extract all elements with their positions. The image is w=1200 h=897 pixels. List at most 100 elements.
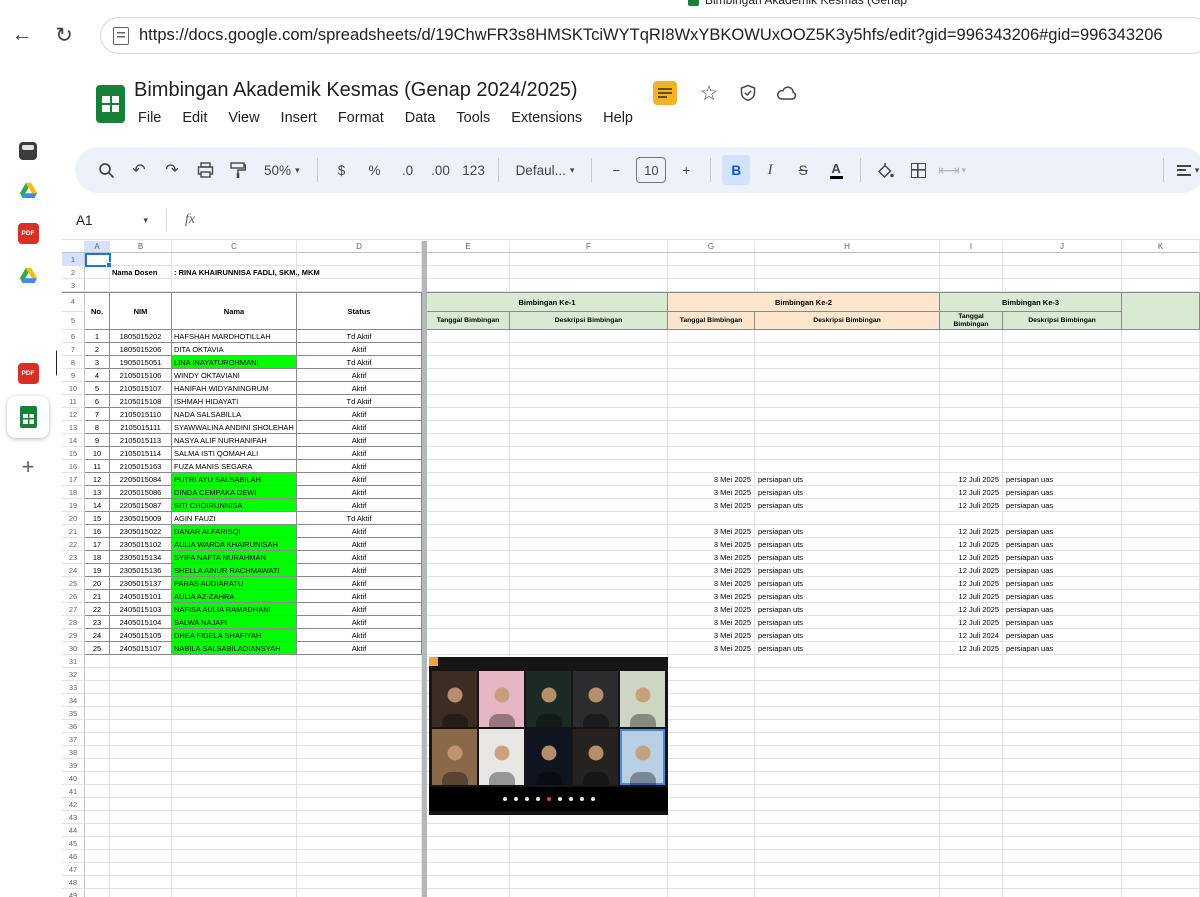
- cell-ke3-deskripsi[interactable]: persiapan uas: [1003, 590, 1122, 603]
- spreadsheet-grid[interactable]: ABCDEFGHIJK12Nama Dosen: RINA KHAIRUNNIS…: [62, 241, 1200, 897]
- cell[interactable]: [297, 824, 422, 837]
- cell-ke3-tanggal[interactable]: 12 Juli 2025: [940, 616, 1003, 629]
- cell[interactable]: [510, 590, 668, 603]
- cell-status[interactable]: Td Aktif: [297, 356, 422, 369]
- cell-ke2-tanggal[interactable]: 3 Mei 2025: [668, 525, 755, 538]
- cell[interactable]: [1122, 629, 1200, 642]
- cell[interactable]: [1003, 707, 1122, 720]
- title-badge-icon[interactable]: [653, 81, 677, 105]
- cell[interactable]: [110, 720, 172, 733]
- cell[interactable]: [1122, 564, 1200, 577]
- cell[interactable]: [755, 681, 940, 694]
- cell-ke2-tanggal[interactable]: 3 Mei 2025: [668, 486, 755, 499]
- cell[interactable]: [1003, 785, 1122, 798]
- cell[interactable]: [110, 837, 172, 850]
- cell[interactable]: [85, 720, 110, 733]
- cell[interactable]: [510, 382, 668, 395]
- cell-nama[interactable]: AULIA AZ-ZAHRA: [172, 590, 297, 603]
- cell[interactable]: [110, 746, 172, 759]
- cell[interactable]: [427, 486, 510, 499]
- cell-nama[interactable]: PARAS AUDIARATU: [172, 577, 297, 590]
- cell-ke2-deskripsi[interactable]: persiapan uts: [755, 564, 940, 577]
- row-header-30[interactable]: 30: [62, 642, 85, 655]
- cell[interactable]: [755, 668, 940, 681]
- cell[interactable]: [668, 655, 755, 668]
- cell[interactable]: [172, 681, 297, 694]
- cell-ke3-tanggal[interactable]: 12 Juli 2025: [940, 525, 1003, 538]
- cell-nim[interactable]: 2205015087: [110, 499, 172, 512]
- cell-no[interactable]: 2: [85, 343, 110, 356]
- cell[interactable]: [755, 746, 940, 759]
- row-header-19[interactable]: 19: [62, 499, 85, 512]
- cell-nama[interactable]: SHELLA AINUR RACHMAWATI: [172, 564, 297, 577]
- cell[interactable]: [297, 863, 422, 876]
- cell[interactable]: [427, 616, 510, 629]
- cell-nim[interactable]: 2105015163: [110, 460, 172, 473]
- cell[interactable]: [297, 772, 422, 785]
- cell-no[interactable]: 6: [85, 395, 110, 408]
- cell-ke2-deskripsi[interactable]: [755, 343, 940, 356]
- cell[interactable]: [668, 746, 755, 759]
- cell[interactable]: [297, 759, 422, 772]
- cell[interactable]: [510, 460, 668, 473]
- cell[interactable]: [85, 759, 110, 772]
- cell[interactable]: [427, 629, 510, 642]
- cell-ke3-tanggal[interactable]: 12 Juli 2025: [940, 590, 1003, 603]
- cell[interactable]: [755, 824, 940, 837]
- cell[interactable]: [110, 798, 172, 811]
- row-header-24[interactable]: 24: [62, 564, 85, 577]
- row-header-40[interactable]: 40: [62, 772, 85, 785]
- cell[interactable]: [85, 707, 110, 720]
- cell[interactable]: [1003, 889, 1122, 897]
- cell[interactable]: [668, 785, 755, 798]
- cell[interactable]: [427, 408, 510, 421]
- row-header-29[interactable]: 29: [62, 629, 85, 642]
- font-size-input[interactable]: 10: [636, 157, 666, 183]
- cell-ke2-tanggal[interactable]: [668, 434, 755, 447]
- cell[interactable]: [755, 837, 940, 850]
- cell-nim[interactable]: 2405015105: [110, 629, 172, 642]
- cell-ke2-deskripsi[interactable]: [755, 395, 940, 408]
- cell[interactable]: [1122, 253, 1200, 266]
- cell[interactable]: [297, 681, 422, 694]
- cell[interactable]: [940, 720, 1003, 733]
- cell[interactable]: [427, 434, 510, 447]
- cell-ke2-deskripsi[interactable]: [755, 421, 940, 434]
- cell[interactable]: [427, 863, 510, 876]
- cell[interactable]: [755, 253, 940, 266]
- cell-ke3-tanggal[interactable]: [940, 421, 1003, 434]
- row-header-25[interactable]: 25: [62, 577, 85, 590]
- frozen-pane-divider[interactable]: [422, 241, 427, 897]
- cell-ke2-deskripsi[interactable]: persiapan uts: [755, 603, 940, 616]
- cell[interactable]: [755, 889, 940, 897]
- cell[interactable]: [297, 279, 422, 292]
- fill-color-icon[interactable]: [872, 155, 898, 185]
- cell-ke2-tanggal[interactable]: [668, 421, 755, 434]
- cell[interactable]: [1003, 266, 1122, 279]
- row-header-44[interactable]: 44: [62, 824, 85, 837]
- cell-ke2-deskripsi[interactable]: persiapan uts: [755, 616, 940, 629]
- strikethrough-button[interactable]: S: [790, 155, 816, 185]
- cell-status[interactable]: Aktif: [297, 499, 422, 512]
- cell-ke3-tanggal[interactable]: [940, 369, 1003, 382]
- cell-nama[interactable]: NABILA SALSABILADIANSYAH: [172, 642, 297, 655]
- column-header-G[interactable]: G: [668, 241, 755, 253]
- cell[interactable]: [1003, 253, 1122, 266]
- cell-nim[interactable]: 2405015103: [110, 603, 172, 616]
- merge-cells-icon[interactable]: ⇤⇥▾: [938, 155, 966, 185]
- cell-status[interactable]: Aktif: [297, 460, 422, 473]
- cell[interactable]: [427, 837, 510, 850]
- cell[interactable]: [1122, 655, 1200, 668]
- workspaces-icon[interactable]: [17, 140, 39, 162]
- cell-no[interactable]: 14: [85, 499, 110, 512]
- row-header-28[interactable]: 28: [62, 616, 85, 629]
- paint-format-icon[interactable]: [225, 155, 251, 185]
- cell-ke2-deskripsi[interactable]: persiapan uts: [755, 538, 940, 551]
- cell[interactable]: [172, 837, 297, 850]
- increase-decimal-button[interactable]: .00: [428, 155, 454, 185]
- cell[interactable]: [1003, 811, 1122, 824]
- currency-format-button[interactable]: $: [329, 155, 355, 185]
- column-header-I[interactable]: I: [940, 241, 1003, 253]
- cell[interactable]: [1122, 551, 1200, 564]
- cell-no[interactable]: 23: [85, 616, 110, 629]
